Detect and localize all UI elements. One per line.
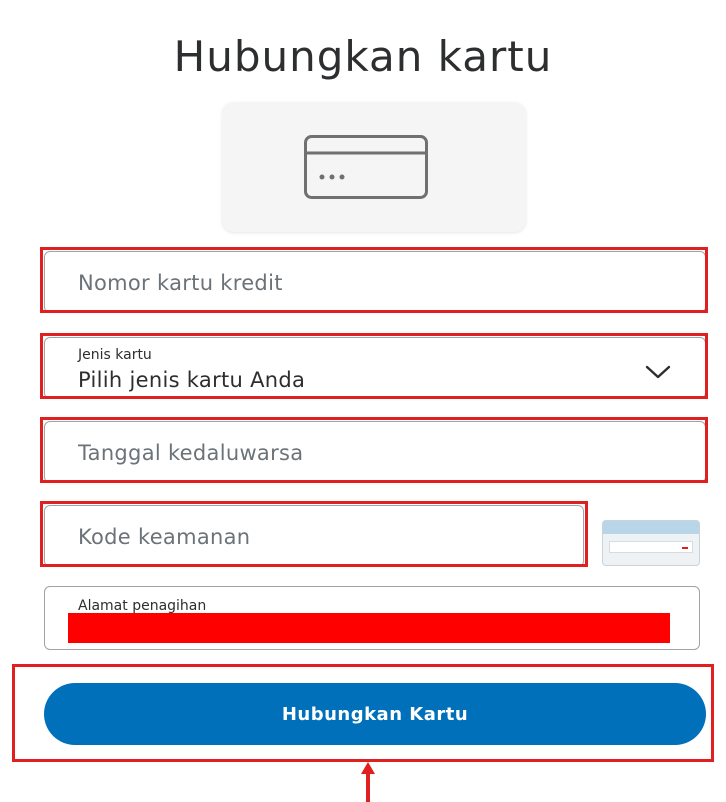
card-number-placeholder: Nomor kartu kredit [78, 271, 283, 295]
security-code-placeholder: Kode keamanan [78, 525, 251, 549]
connect-card-button[interactable]: Hubungkan Kartu [44, 683, 706, 745]
card-number-field[interactable]: Nomor kartu kredit [44, 251, 706, 313]
up-arrow-icon [361, 762, 375, 802]
page-title: Hubungkan kartu [173, 32, 553, 82]
card-type-value: Pilih jenis kartu Anda [78, 368, 306, 392]
card-type-label: Jenis kartu [78, 347, 152, 363]
billing-address-label: Alamat penagihan [78, 598, 207, 614]
card-back-cvv-icon [602, 520, 700, 566]
card-type-select[interactable]: Jenis kartu Pilih jenis kartu Anda [44, 337, 706, 399]
card-image-tile [222, 102, 526, 232]
security-code-field[interactable]: Kode keamanan [44, 505, 584, 567]
billing-address-redaction [68, 613, 670, 643]
chevron-down-icon[interactable] [645, 365, 671, 379]
expiry-date-field[interactable]: Tanggal kedaluwarsa [44, 421, 706, 483]
credit-card-icon [304, 135, 428, 199]
expiry-placeholder: Tanggal kedaluwarsa [78, 441, 304, 465]
